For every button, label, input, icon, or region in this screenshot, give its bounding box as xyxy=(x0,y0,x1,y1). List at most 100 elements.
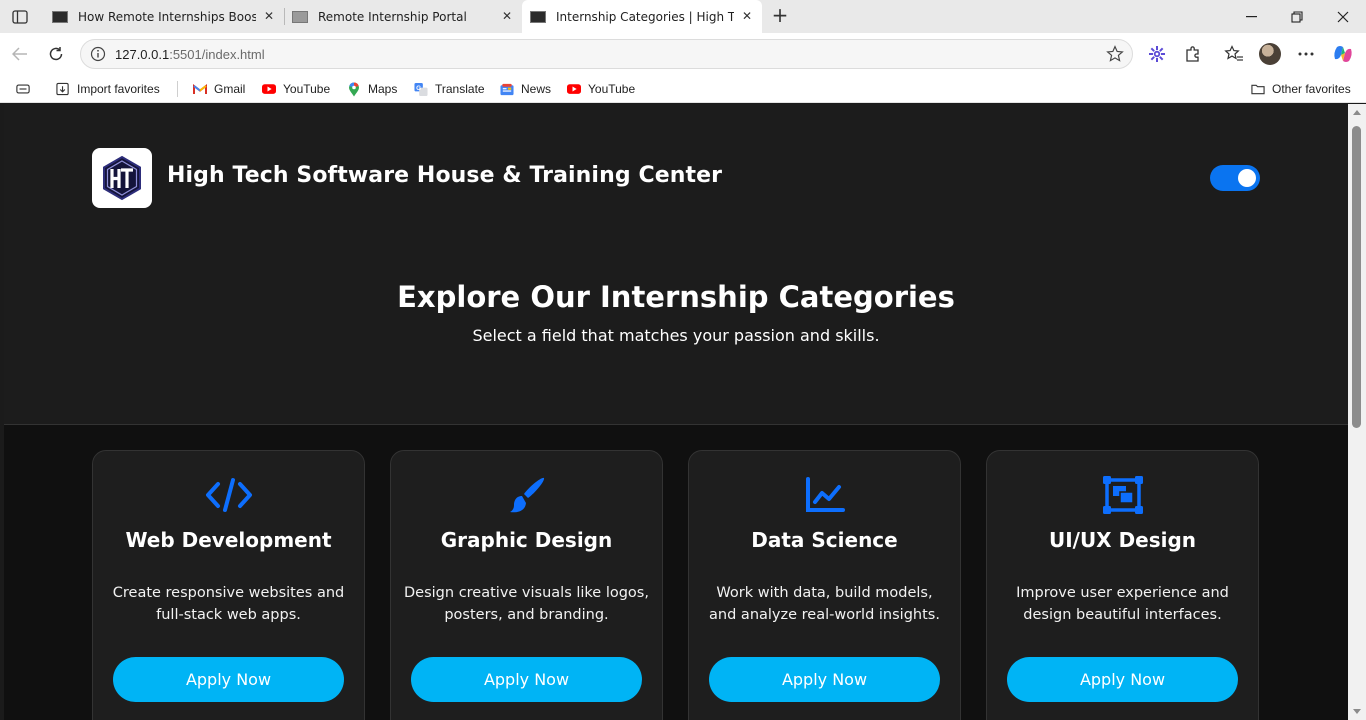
category-description: Design creative visuals like logos, post… xyxy=(404,585,649,623)
bookmark-label: Translate xyxy=(435,82,485,96)
youtube-icon xyxy=(567,82,581,96)
category-description: Create responsive websites and full-stac… xyxy=(112,585,345,623)
toggle-knob xyxy=(1238,169,1256,187)
page-scrollbar[interactable] xyxy=(1348,104,1366,720)
tab-strip: How Remote Internships Boost Ca ✕ Remote… xyxy=(0,0,1366,33)
tab-internship-categories[interactable]: Internship Categories | High Tech ✕ xyxy=(522,0,762,33)
apply-now-button[interactable]: Apply Now xyxy=(411,657,642,702)
bookmark-label: Import favorites xyxy=(77,82,160,96)
tab-actions-icon xyxy=(12,10,28,24)
scroll-down-arrow-icon[interactable] xyxy=(1353,709,1361,714)
scroll-up-arrow-icon[interactable] xyxy=(1353,110,1361,115)
extensions-button[interactable] xyxy=(1181,42,1205,66)
site-favicon-icon xyxy=(292,10,308,23)
url-text: 127.0.0.1:5501/index.html xyxy=(115,47,265,62)
extension-button[interactable] xyxy=(1145,42,1169,66)
category-card-web-development: Web Development Create responsive websit… xyxy=(92,450,365,720)
maps-icon xyxy=(347,82,361,96)
close-icon xyxy=(1337,11,1349,22)
favorites-list-icon xyxy=(1224,45,1243,61)
page-title: Explore Our Internship Categories xyxy=(397,280,955,314)
new-tab-button[interactable]: + xyxy=(768,5,792,27)
paint-brush-icon xyxy=(391,475,662,515)
category-description: Improve user experience and design beaut… xyxy=(1016,585,1229,623)
apply-now-button[interactable]: Apply Now xyxy=(1007,657,1238,702)
puzzle-icon xyxy=(1186,46,1199,62)
address-bar[interactable]: 127.0.0.1:5501/index.html xyxy=(80,39,1133,69)
tab-internship-portal[interactable]: Remote Internship Portal ✕ xyxy=(284,0,522,33)
tab-actions-button[interactable] xyxy=(8,6,32,28)
close-window-button[interactable] xyxy=(1320,0,1366,33)
tab-list-icon xyxy=(16,82,30,96)
favorites-button[interactable] xyxy=(1222,42,1246,66)
category-card-ui-ux-design: UI/UX Design Improve user experience and… xyxy=(986,450,1259,720)
refresh-icon xyxy=(49,47,63,61)
bookmark-label: YouTube xyxy=(283,82,331,96)
bookmark-other-favorites[interactable]: Other favorites xyxy=(1251,80,1351,98)
bookmark-label: YouTube xyxy=(588,82,636,96)
apply-now-button[interactable]: Apply Now xyxy=(709,657,940,702)
back-arrow-icon xyxy=(12,47,27,61)
tab-close-icon[interactable]: ✕ xyxy=(262,9,276,23)
copilot-icon xyxy=(1334,46,1352,62)
favorites-bar: Import favorites Gmail YouTube Maps G Tr… xyxy=(0,75,1366,103)
theme-toggle[interactable] xyxy=(1210,165,1260,191)
tab-remote-internships[interactable]: How Remote Internships Boost Ca ✕ xyxy=(44,0,284,33)
bookmark-import-favorites[interactable]: Import favorites xyxy=(56,80,160,98)
settings-menu-button[interactable] xyxy=(1294,42,1318,66)
browser-toolbar: 127.0.0.1:5501/index.html xyxy=(0,33,1366,75)
page-subtitle: Select a field that matches your passion… xyxy=(472,326,880,345)
back-button[interactable] xyxy=(8,42,32,66)
bookmark-translate[interactable]: G Translate xyxy=(414,80,485,98)
site-favicon-icon xyxy=(530,10,546,23)
category-title: Graphic Design xyxy=(440,528,613,552)
object-group-icon xyxy=(987,475,1258,515)
category-description: Work with data, build models, and analyz… xyxy=(709,585,940,623)
bookmark-youtube-2[interactable]: YouTube xyxy=(567,80,635,98)
bookmarks-divider xyxy=(177,81,178,97)
bookmark-gmail[interactable]: Gmail xyxy=(193,80,245,98)
scrollbar-thumb[interactable] xyxy=(1352,126,1361,428)
profile-button[interactable] xyxy=(1258,42,1282,66)
svg-text:G: G xyxy=(416,84,421,91)
bookmark-label: Maps xyxy=(368,82,398,96)
site-header: High Tech Software House & Training Cent… xyxy=(4,104,1348,244)
site-favicon-icon xyxy=(52,10,68,23)
bookmark-label: Other favorites xyxy=(1272,82,1351,96)
minimize-button[interactable] xyxy=(1228,0,1274,33)
translate-icon: G xyxy=(414,82,428,96)
tab-close-icon[interactable]: ✕ xyxy=(500,9,514,23)
tab-title: How Remote Internships Boost Ca xyxy=(78,9,256,24)
folder-icon xyxy=(1251,82,1265,96)
url-path: :5501/index.html xyxy=(169,47,265,62)
site-logo[interactable] xyxy=(92,148,152,208)
category-title: Data Science xyxy=(751,528,898,552)
avatar xyxy=(1259,43,1281,65)
favorite-star-icon[interactable] xyxy=(1106,45,1124,63)
youtube-icon xyxy=(262,82,276,96)
site-info-icon[interactable] xyxy=(90,46,106,62)
tab-close-icon[interactable]: ✕ xyxy=(740,9,754,23)
restore-button[interactable] xyxy=(1274,0,1320,33)
category-card-data-science: Data Science Work with data, build model… xyxy=(688,450,961,720)
categories-section: Web Development Create responsive websit… xyxy=(4,424,1348,720)
category-card-graphic-design: Graphic Design Design creative visuals l… xyxy=(390,450,663,720)
apply-now-button[interactable]: Apply Now xyxy=(113,657,344,702)
copilot-button[interactable] xyxy=(1331,42,1355,66)
bookmark-youtube[interactable]: YouTube xyxy=(262,80,330,98)
reading-view-button[interactable] xyxy=(16,80,37,98)
gmail-icon xyxy=(193,82,207,96)
import-icon xyxy=(56,82,70,96)
tab-title: Internship Categories | High Tech xyxy=(556,9,734,24)
bookmark-news[interactable]: News xyxy=(500,80,551,98)
restore-icon xyxy=(1291,10,1303,23)
page-viewport: High Tech Software House & Training Cent… xyxy=(4,104,1348,720)
minimize-icon xyxy=(1245,15,1257,17)
news-icon xyxy=(500,82,514,96)
code-icon xyxy=(93,475,364,515)
tab-title: Remote Internship Portal xyxy=(318,9,467,24)
category-title: Web Development xyxy=(125,528,332,552)
site-brand-name: High Tech Software House & Training Cent… xyxy=(167,163,723,188)
refresh-button[interactable] xyxy=(44,42,68,66)
bookmark-maps[interactable]: Maps xyxy=(347,80,397,98)
